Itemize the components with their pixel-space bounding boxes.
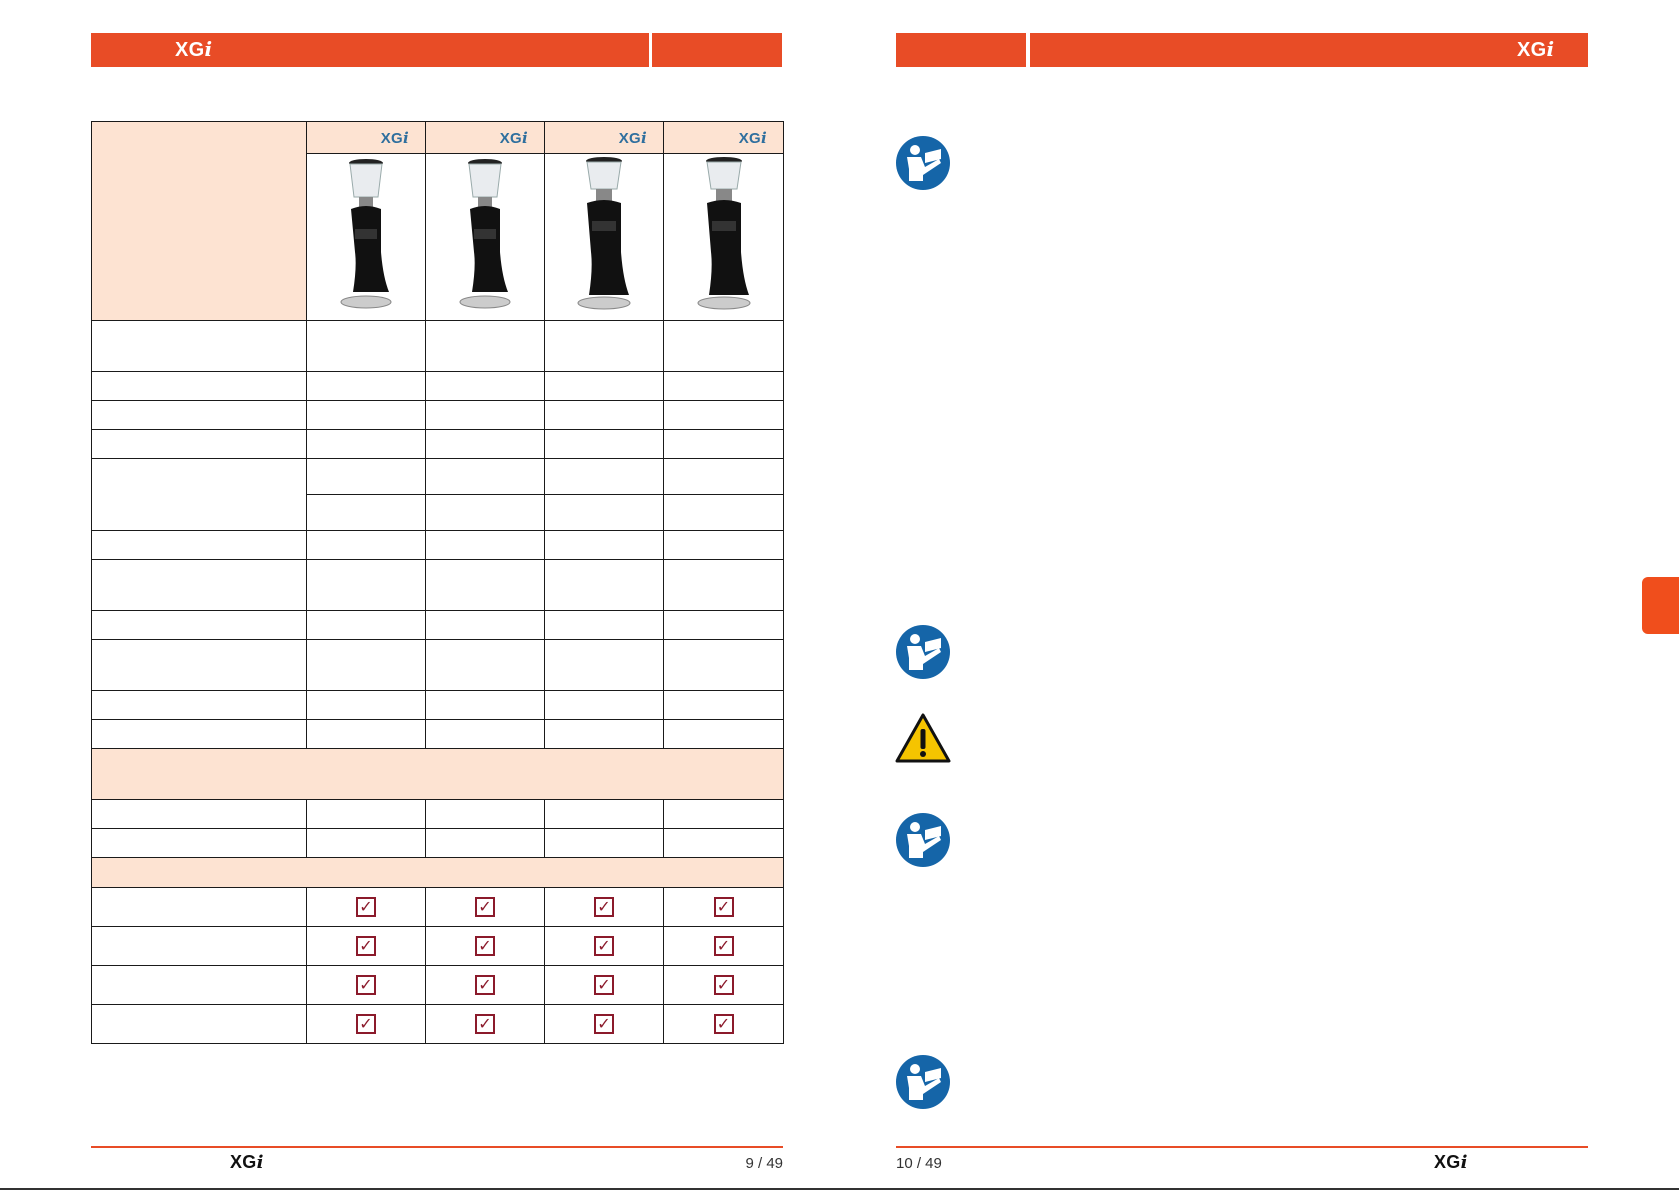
table-row xyxy=(91,429,784,459)
table-row xyxy=(91,610,784,640)
table-corner-cell xyxy=(91,121,307,321)
check-icon: ✓ xyxy=(356,975,376,995)
chapter-side-tab[interactable] xyxy=(1642,577,1679,634)
table-row xyxy=(91,530,784,560)
left-header-logo: XGi xyxy=(175,37,213,61)
check-icon: ✓ xyxy=(356,1014,376,1034)
right-header-logo: XGi xyxy=(1517,37,1555,61)
coffee-grinder-image xyxy=(340,158,392,308)
right-footer-logo: XGi xyxy=(1434,1152,1468,1173)
table-row: ✓ ✓ ✓ ✓ xyxy=(91,1004,784,1044)
check-icon: ✓ xyxy=(475,897,495,917)
right-header-bar xyxy=(1030,33,1588,67)
page-bottom-edge xyxy=(0,1188,1679,1190)
left-header-tab xyxy=(652,33,782,67)
table-row xyxy=(91,559,784,611)
check-icon: ✓ xyxy=(713,936,734,956)
check-icon: ✓ xyxy=(594,936,614,956)
table-row: ✓ ✓ ✓ ✓ xyxy=(91,926,784,966)
model-header-4: XGi xyxy=(663,121,784,154)
table-row xyxy=(91,639,784,691)
coffee-grinder-image xyxy=(697,156,750,309)
table-row xyxy=(91,371,784,401)
spec-table: XGi XGi XGi XGi ✓ ✓ ✓ ✓ ✓ ✓ ✓ ✓ ✓ ✓ ✓ ✓ … xyxy=(91,121,784,1044)
check-icon: ✓ xyxy=(594,897,614,917)
left-footer-logo: XGi xyxy=(230,1152,264,1173)
table-row xyxy=(91,458,784,531)
model-image-cell-1 xyxy=(306,153,426,321)
check-icon: ✓ xyxy=(356,897,376,917)
model-header-1: XGi xyxy=(306,121,426,154)
warning-triangle-icon xyxy=(895,713,951,763)
table-row xyxy=(91,320,784,372)
check-icon: ✓ xyxy=(475,936,495,956)
table-row: ✓ ✓ ✓ ✓ xyxy=(91,965,784,1005)
check-icon: ✓ xyxy=(713,897,734,917)
model-image-cell-2 xyxy=(425,153,545,321)
table-row xyxy=(91,400,784,430)
left-footer-line xyxy=(91,1146,783,1148)
manual-info-icon xyxy=(896,136,950,190)
manual-info-icon xyxy=(896,625,950,679)
model-header-2: XGi xyxy=(425,121,545,154)
table-row xyxy=(91,799,784,829)
coffee-grinder-image xyxy=(577,156,631,309)
check-icon: ✓ xyxy=(594,1014,614,1034)
manual-info-icon xyxy=(896,813,950,867)
check-icon: ✓ xyxy=(713,1014,734,1034)
table-row: ✓ ✓ ✓ ✓ xyxy=(91,887,784,927)
check-icon: ✓ xyxy=(713,975,734,995)
right-header-tab xyxy=(896,33,1026,67)
table-row xyxy=(91,690,784,720)
model-header-3: XGi xyxy=(544,121,664,154)
check-icon: ✓ xyxy=(475,1014,495,1034)
section-header-row xyxy=(91,857,784,888)
left-page-number: 9 / 49 xyxy=(745,1155,783,1172)
table-row xyxy=(91,828,784,858)
check-icon: ✓ xyxy=(356,936,376,956)
section-header-row xyxy=(91,748,784,800)
table-row xyxy=(91,719,784,749)
model-image-cell-4 xyxy=(663,153,784,321)
check-icon: ✓ xyxy=(594,975,614,995)
right-page-number: 10 / 49 xyxy=(896,1155,942,1172)
manual-info-icon xyxy=(896,1055,950,1109)
check-icon: ✓ xyxy=(475,975,495,995)
coffee-grinder-image xyxy=(459,158,511,308)
model-image-cell-3 xyxy=(544,153,664,321)
right-footer-line xyxy=(896,1146,1588,1148)
